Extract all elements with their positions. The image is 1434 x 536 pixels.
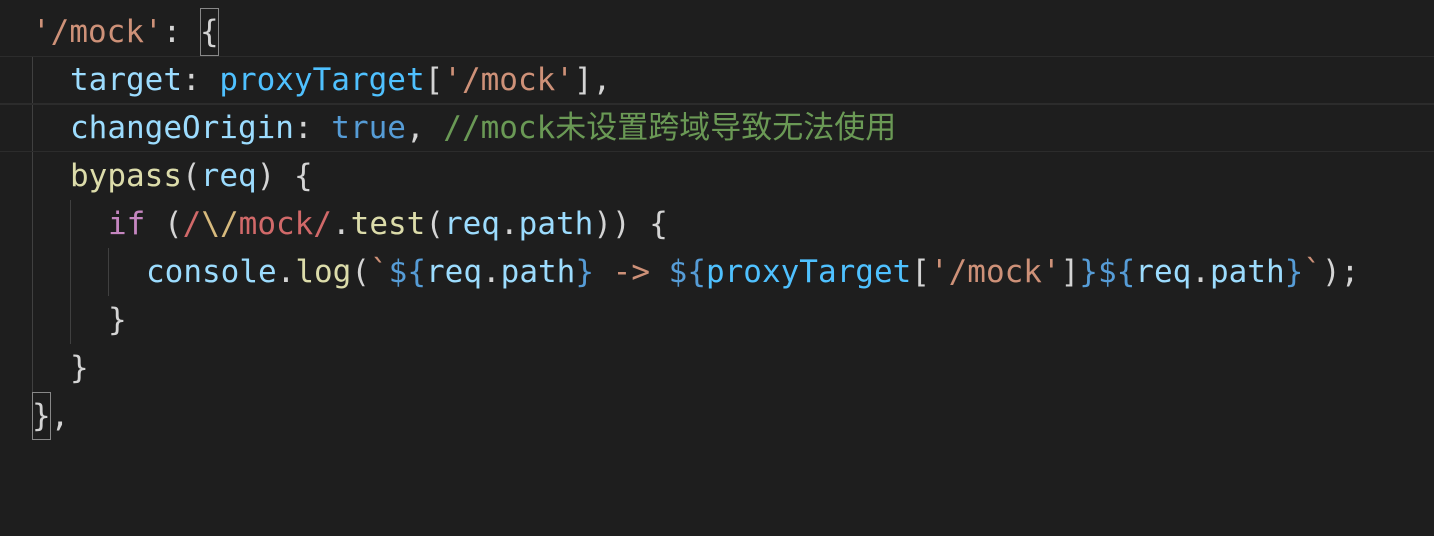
regex-escape: \/ (201, 206, 239, 242)
variable: req (426, 254, 482, 290)
template-tick: ` (370, 254, 389, 290)
colon: : (293, 110, 332, 146)
dot: . (482, 254, 501, 290)
string-literal: '/mock' (443, 62, 574, 98)
method-name: test (350, 206, 426, 242)
line-comment: //mock未设置跨域导致无法使用 (443, 110, 897, 146)
interpolation-open: ${ (668, 254, 706, 290)
property-name: target (70, 62, 182, 98)
code-editor[interactable]: '/mock': { target: proxyTarget['/mock'],… (0, 0, 1434, 442)
comma: , (405, 110, 444, 146)
dot: . (1191, 254, 1210, 290)
interpolation-close: } (575, 254, 594, 290)
code-line-2[interactable]: target: proxyTarget['/mock'], (0, 56, 1434, 104)
dot: . (276, 254, 296, 290)
dot: . (499, 206, 519, 242)
paren: ( (145, 206, 183, 242)
method-name: log (295, 254, 352, 290)
brace-close: } (70, 350, 89, 386)
bracket: [ (424, 62, 444, 98)
string-literal: '/mock' (929, 254, 1061, 290)
template-tick: ` (1303, 254, 1322, 290)
variable: req (1135, 254, 1192, 290)
interpolation-close: } (1079, 254, 1098, 290)
regex-delimiter: / (182, 206, 202, 242)
paren: ( (181, 158, 201, 194)
code-line-8[interactable]: } (0, 344, 1434, 392)
code-line-3[interactable]: changeOrigin: true, //mock未设置跨域导致无法使用 (0, 104, 1434, 152)
property-name: path (500, 254, 576, 290)
paren-brace: ) { (256, 158, 313, 194)
variable: console (146, 254, 277, 290)
code-line-9[interactable]: }, (0, 392, 1434, 440)
interpolation-close: } (1284, 254, 1304, 290)
regex-body: mock/ (238, 206, 332, 242)
keyword-if: if (108, 206, 146, 242)
paren: ( (351, 254, 370, 290)
paren-brace: )) { (593, 206, 668, 242)
variable: proxyTarget (705, 254, 912, 290)
variable: proxyTarget (219, 62, 425, 98)
boolean-literal: true (331, 110, 406, 146)
code-line-7[interactable]: } (0, 296, 1434, 344)
bracket: ] (1060, 254, 1080, 290)
dot: . (331, 206, 351, 242)
template-text: -> (594, 254, 669, 290)
paren-semicolon: ); (1321, 254, 1360, 290)
paren: ( (425, 206, 444, 242)
matched-brace-open: { (199, 8, 219, 56)
variable: req (443, 206, 500, 242)
colon: : (181, 62, 220, 98)
code-line-1[interactable]: '/mock': { (0, 8, 1434, 56)
code-line-5[interactable]: if (/\/mock/.test(req.path)) { (0, 200, 1434, 248)
parameter: req (200, 158, 257, 194)
bracket: [ (911, 254, 930, 290)
object-key: '/mock' (32, 14, 163, 50)
interpolation-open: ${ (1097, 254, 1136, 290)
brace-close: } (108, 302, 127, 338)
property-name: path (1209, 254, 1285, 290)
matched-brace-close: } (32, 392, 51, 440)
property-name: path (518, 206, 594, 242)
method-name: bypass (70, 158, 182, 194)
interpolation-open: ${ (388, 254, 426, 290)
code-line-4[interactable]: bypass(req) { (0, 152, 1434, 200)
comma: , (50, 398, 70, 434)
property-name: changeOrigin (70, 110, 294, 146)
bracket-comma: ], (573, 62, 612, 98)
code-line-6[interactable]: console.log(`${req.path} -> ${proxyTarge… (0, 248, 1434, 296)
colon: : (162, 14, 200, 50)
